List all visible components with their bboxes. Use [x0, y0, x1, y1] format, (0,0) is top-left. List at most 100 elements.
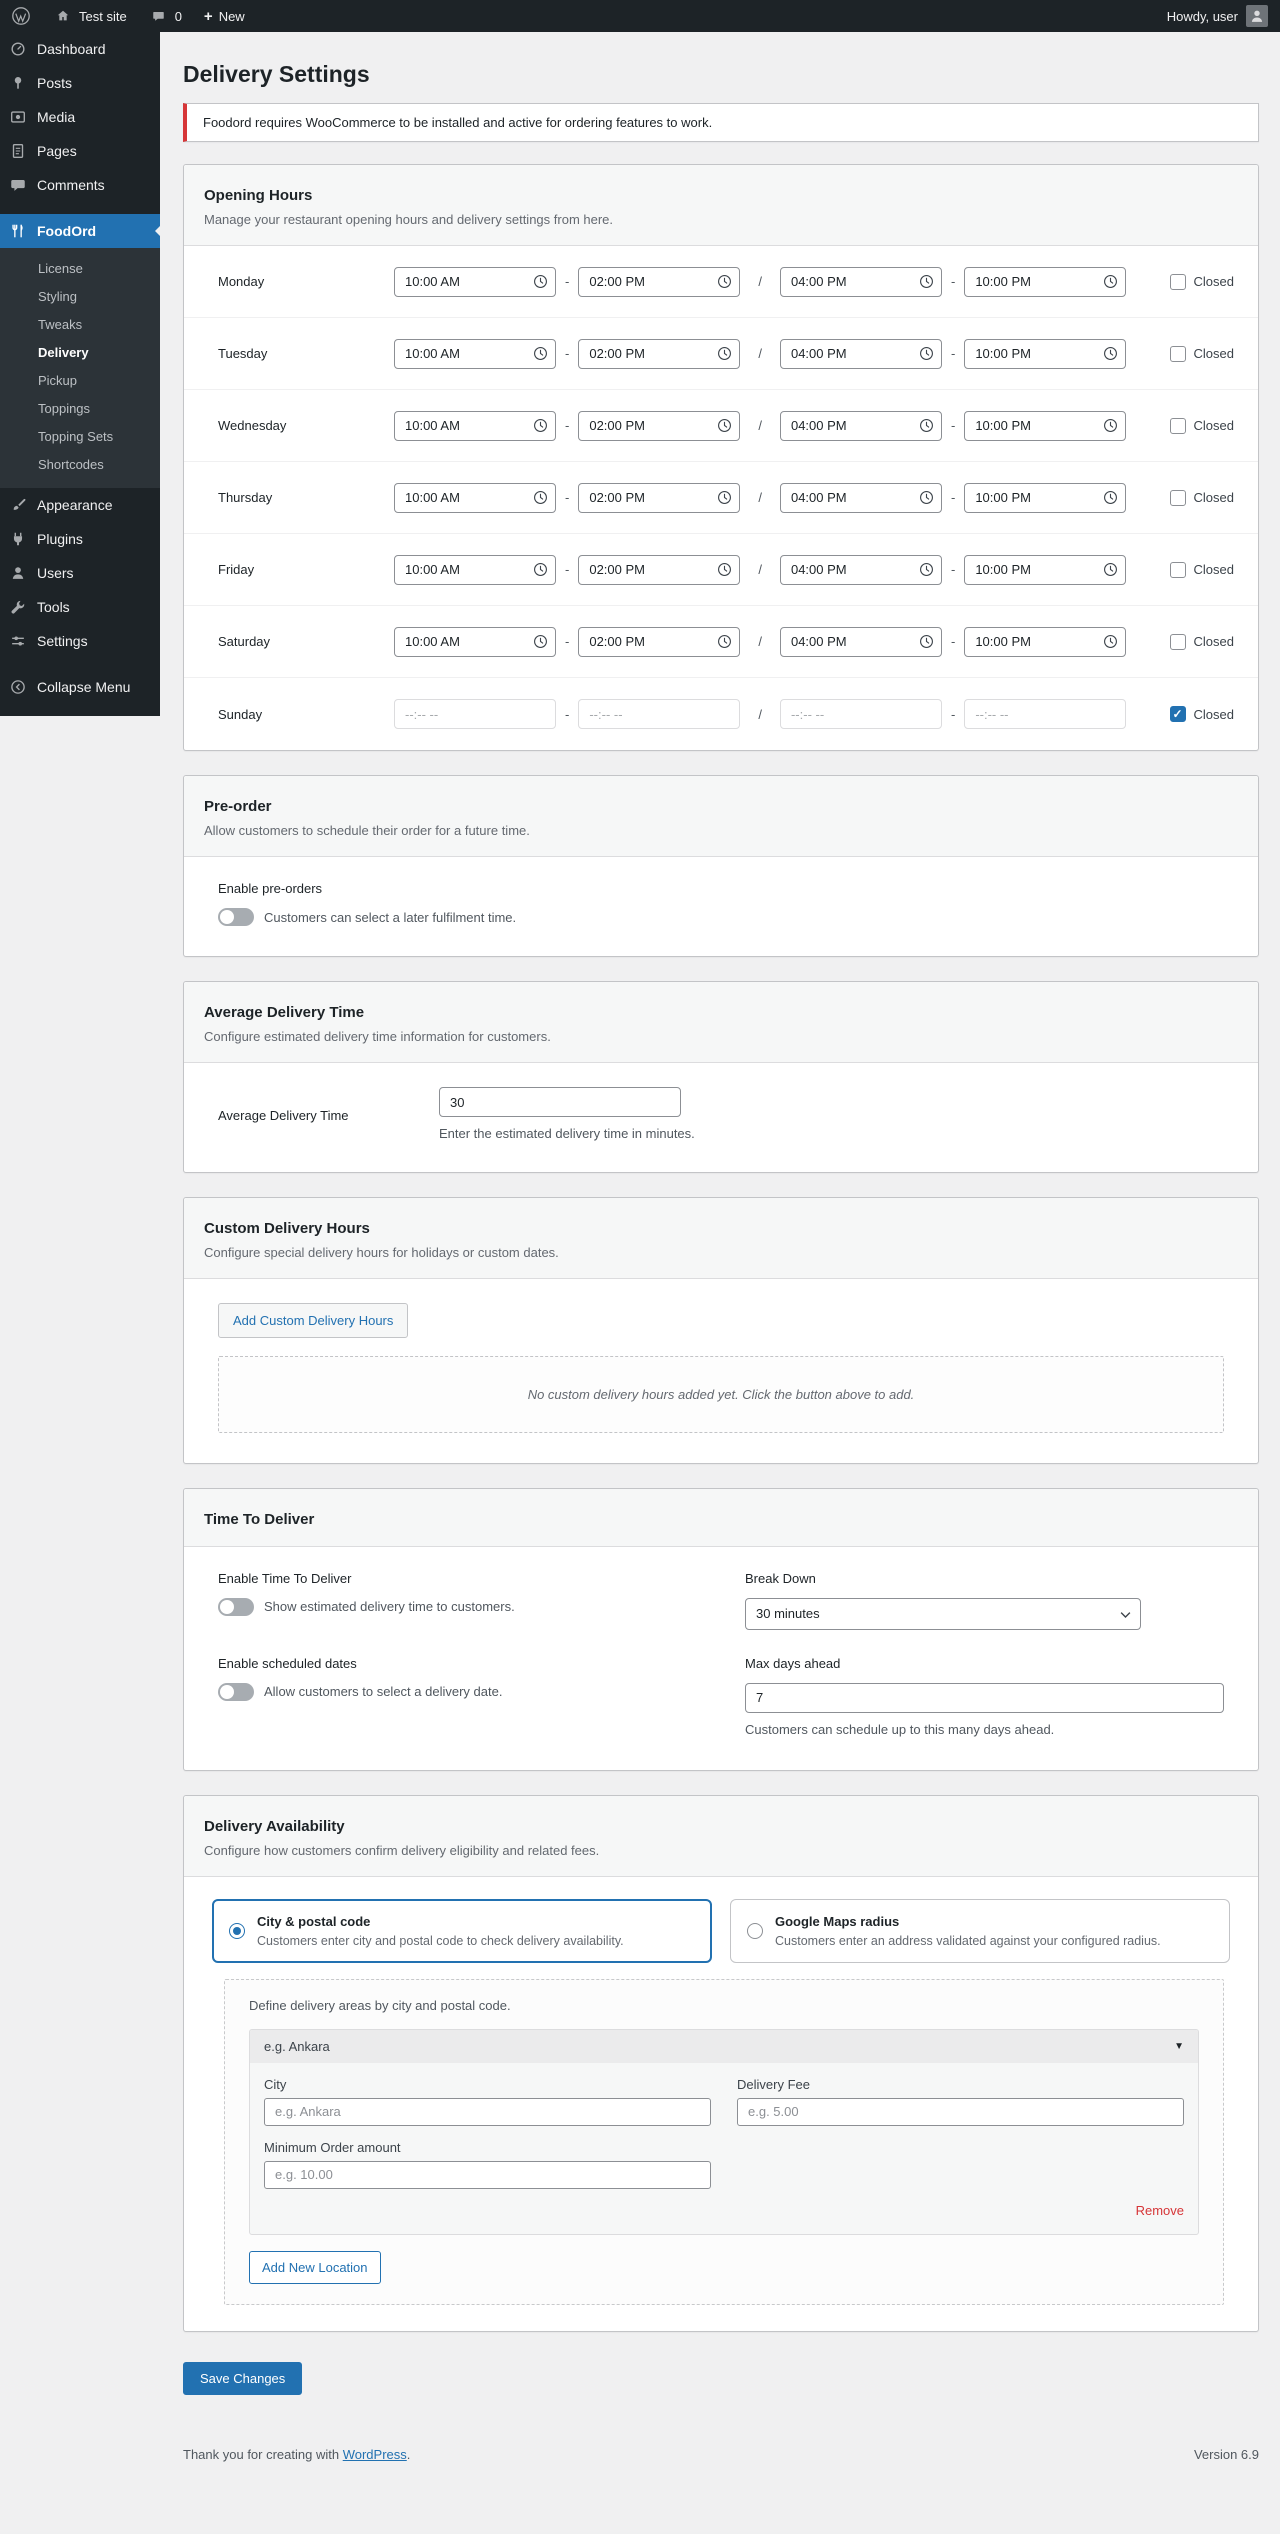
open-time-input[interactable]: [780, 411, 942, 441]
close-time-input[interactable]: [964, 411, 1126, 441]
enable-ttd-toggle-switch[interactable]: [218, 1598, 254, 1616]
submenu-item-tweaks[interactable]: Tweaks: [0, 310, 160, 338]
submenu-item-license[interactable]: License: [0, 254, 160, 282]
comments-shortcut[interactable]: 0: [138, 0, 193, 32]
breakdown-select[interactable]: 30 minutes: [745, 1598, 1141, 1630]
save-changes-button[interactable]: Save Changes: [183, 2362, 302, 2395]
open-time-input[interactable]: [780, 483, 942, 513]
sidebar-item-users[interactable]: Users: [0, 556, 160, 590]
closed-toggle[interactable]: Closed: [1170, 562, 1234, 578]
closed-checkbox[interactable]: [1170, 490, 1186, 506]
account-menu[interactable]: Howdy, user: [1155, 0, 1280, 32]
card-subtitle: Allow customers to schedule their order …: [204, 823, 1238, 838]
open-time-input[interactable]: [394, 555, 556, 585]
open-time-input[interactable]: [394, 339, 556, 369]
max-days-input[interactable]: [745, 1683, 1224, 1713]
min-order-input[interactable]: [264, 2161, 711, 2189]
card-subtitle: Manage your restaurant opening hours and…: [204, 212, 1238, 227]
submenu-item-pickup[interactable]: Pickup: [0, 366, 160, 394]
scheduled-dates-toggle-row: Allow customers to select a delivery dat…: [218, 1683, 697, 1701]
delivery-fee-input[interactable]: [737, 2098, 1184, 2126]
closed-toggle[interactable]: Closed: [1170, 706, 1234, 722]
open-time-input[interactable]: [394, 267, 556, 297]
closed-toggle[interactable]: Closed: [1170, 274, 1234, 290]
closed-checkbox[interactable]: [1170, 346, 1186, 362]
open-time-input[interactable]: [780, 267, 942, 297]
maps-radius-radio[interactable]: [747, 1923, 763, 1939]
sidebar-item-media[interactable]: Media: [0, 100, 160, 134]
closed-toggle[interactable]: Closed: [1170, 418, 1234, 434]
sidebar-item-plugins[interactable]: Plugins: [0, 522, 160, 556]
remove-location-link[interactable]: Remove: [1136, 2203, 1184, 2218]
close-time-input[interactable]: [578, 339, 740, 369]
open-time-input[interactable]: [780, 339, 942, 369]
close-time-input[interactable]: [578, 627, 740, 657]
close-time-input[interactable]: [964, 483, 1126, 513]
submenu-item-topping-sets[interactable]: Topping Sets: [0, 422, 160, 450]
open-time-input[interactable]: [394, 483, 556, 513]
time-separator: -: [951, 707, 955, 722]
closed-checkbox[interactable]: [1170, 274, 1186, 290]
close-time-input[interactable]: [578, 411, 740, 441]
sidebar-item-dashboard[interactable]: Dashboard: [0, 32, 160, 66]
closed-checkbox[interactable]: [1170, 706, 1186, 722]
sidebar-item-collapse-menu[interactable]: Collapse Menu: [0, 670, 160, 704]
average-delivery-input[interactable]: [439, 1087, 681, 1117]
city-postal-radio[interactable]: [229, 1923, 245, 1939]
open-time-input[interactable]: [780, 699, 942, 729]
close-time-input[interactable]: [964, 627, 1126, 657]
woocommerce-notice: Foodord requires WooCommerce to be insta…: [183, 103, 1259, 142]
add-custom-hours-button[interactable]: Add Custom Delivery Hours: [218, 1303, 408, 1338]
sidebar-item-comments[interactable]: Comments: [0, 168, 160, 202]
close-time-input[interactable]: [964, 339, 1126, 369]
dashboard-icon: [8, 39, 28, 59]
close-time-input[interactable]: [578, 555, 740, 585]
closed-toggle[interactable]: Closed: [1170, 490, 1234, 506]
sidebar-item-tools[interactable]: Tools: [0, 590, 160, 624]
location-accordion-header[interactable]: e.g. Ankara ▼: [250, 2030, 1198, 2063]
open-time-input[interactable]: [394, 699, 556, 729]
sidebar-item-appearance[interactable]: Appearance: [0, 488, 160, 522]
sidebar-item-foodord[interactable]: FoodOrd: [0, 214, 160, 248]
closed-toggle[interactable]: Closed: [1170, 346, 1234, 362]
site-name-menu[interactable]: Test site: [42, 0, 138, 32]
preorder-toggle-row: Customers can select a later fulfilment …: [218, 908, 1224, 926]
add-new-location-button[interactable]: Add New Location: [249, 2251, 381, 2284]
closed-checkbox[interactable]: [1170, 418, 1186, 434]
sidebar-item-settings[interactable]: Settings: [0, 624, 160, 658]
closed-checkbox[interactable]: [1170, 562, 1186, 578]
close-time-input[interactable]: [964, 699, 1126, 729]
close-time-input[interactable]: [578, 267, 740, 297]
sidebar-item-posts[interactable]: Posts: [0, 66, 160, 100]
wordpress-link[interactable]: WordPress: [343, 2447, 407, 2462]
close-time-input[interactable]: [578, 699, 740, 729]
option-city-postal[interactable]: City & postal code Customers enter city …: [212, 1899, 712, 1963]
submenu-item-toppings[interactable]: Toppings: [0, 394, 160, 422]
close-time-input[interactable]: [964, 267, 1126, 297]
close-time-input[interactable]: [964, 555, 1126, 585]
option-content: Google Maps radius Customers enter an ad…: [775, 1914, 1161, 1948]
time-field: [578, 411, 740, 441]
closed-label: Closed: [1194, 418, 1234, 433]
new-content-menu[interactable]: + New: [193, 0, 256, 32]
preorder-toggle-switch[interactable]: [218, 908, 254, 926]
option-google-maps-radius[interactable]: Google Maps radius Customers enter an ad…: [730, 1899, 1230, 1963]
submenu-item-styling[interactable]: Styling: [0, 282, 160, 310]
sidebar-label: Users: [37, 565, 74, 581]
city-input[interactable]: [264, 2098, 711, 2126]
availability-mode-options: City & postal code Customers enter city …: [184, 1877, 1258, 1963]
sidebar-item-pages[interactable]: Pages: [0, 134, 160, 168]
open-time-input[interactable]: [780, 555, 942, 585]
submenu-item-delivery[interactable]: Delivery: [0, 338, 160, 366]
closed-toggle[interactable]: Closed: [1170, 634, 1234, 650]
wp-logo-menu[interactable]: [0, 0, 42, 32]
submenu-item-shortcodes[interactable]: Shortcodes: [0, 450, 160, 478]
open-time-input[interactable]: [780, 627, 942, 657]
close-time-input[interactable]: [578, 483, 740, 513]
open-time-input[interactable]: [394, 627, 556, 657]
open-time-input[interactable]: [394, 411, 556, 441]
time-field: [394, 267, 556, 297]
scheduled-dates-toggle-switch[interactable]: [218, 1683, 254, 1701]
closed-checkbox[interactable]: [1170, 634, 1186, 650]
custom-hours-body: Add Custom Delivery Hours No custom deli…: [184, 1279, 1258, 1463]
